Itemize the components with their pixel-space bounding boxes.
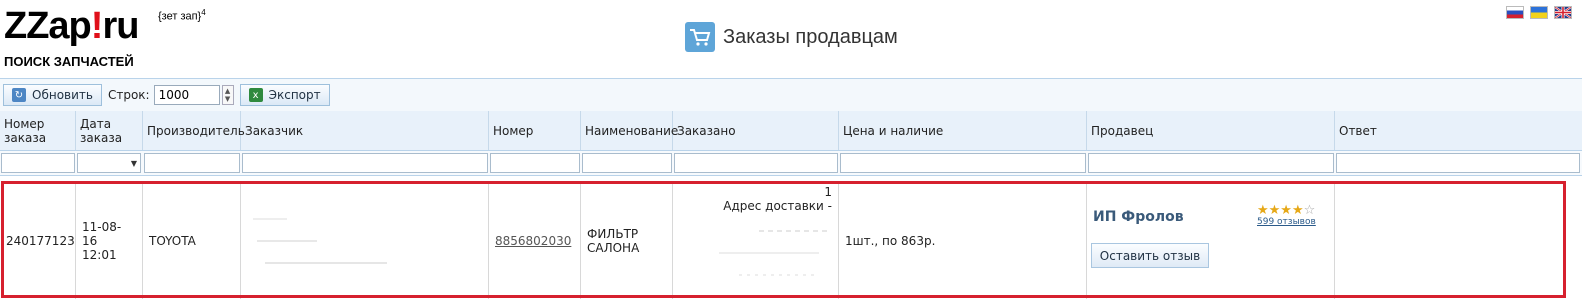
order-date: 11-08-16: [82, 220, 122, 248]
refresh-label: Обновить: [32, 88, 93, 102]
filter-manufacturer[interactable]: [144, 153, 240, 173]
rating-stars-icon: ★★★★☆: [1257, 203, 1316, 218]
logo-text-main: ZZap: [4, 5, 92, 47]
refresh-icon: ↻: [12, 88, 26, 102]
stepper-up-icon[interactable]: ▲: [225, 87, 230, 95]
col-order-no[interactable]: Номер заказа: [0, 111, 76, 150]
cell-ordered: 1 Адрес доставки -: [673, 183, 839, 299]
redacted-address: [719, 230, 829, 276]
manufacturer: TOYOTA: [149, 234, 196, 248]
filter-customer[interactable]: [242, 153, 488, 173]
cell-part-no: 8856802030: [489, 183, 581, 299]
col-seller[interactable]: Продавец: [1087, 111, 1335, 150]
leave-review-button[interactable]: Оставить отзыв: [1091, 243, 1209, 268]
rows-input[interactable]: [153, 85, 220, 105]
stepper-down-icon[interactable]: ▼: [225, 95, 230, 103]
rows-stepper[interactable]: ▲ ▼: [221, 85, 234, 105]
col-ordered[interactable]: Заказано: [673, 111, 839, 150]
col-part-no[interactable]: Номер: [489, 111, 581, 150]
uk-flag-icon[interactable]: [1554, 6, 1572, 19]
name-line2: САЛОНА: [587, 241, 640, 255]
language-flags: [1506, 6, 1572, 19]
logo-tagline-text: {зет зап}: [158, 10, 202, 23]
col-answer[interactable]: Ответ: [1335, 111, 1582, 150]
filter-ordered[interactable]: [674, 153, 838, 173]
rows-label: Строк:: [107, 88, 150, 102]
logo-text-tail: ru: [102, 5, 139, 47]
logo-subtitle: ПОИСК ЗАПЧАСТЕЙ: [4, 54, 134, 69]
col-name[interactable]: Наименование: [581, 111, 678, 150]
cell-price: 1шт., по 863р.: [839, 183, 1087, 299]
filter-answer[interactable]: [1336, 153, 1580, 173]
cell-order-no: 240177123: [0, 183, 76, 299]
cell-customer: [241, 183, 489, 299]
cell-answer: [1335, 183, 1566, 299]
cell-order-date: 11-08-16 12:01: [76, 183, 143, 299]
excel-icon: x: [248, 88, 263, 102]
filter-order-date-select[interactable]: ▼: [77, 153, 141, 173]
ua-flag-icon[interactable]: [1530, 6, 1548, 19]
name-line1: ФИЛЬТР: [587, 227, 639, 241]
filter-part-no[interactable]: [490, 153, 580, 173]
order-time: 12:01: [82, 248, 117, 262]
col-order-date[interactable]: Дата заказа: [76, 111, 143, 150]
logo-tagline-num: 4: [201, 8, 206, 17]
part-no-link[interactable]: 8856802030: [495, 234, 571, 248]
cell-seller: ИП Фролов ★★★★☆ 599 отзывов Оставить отз…: [1087, 183, 1335, 299]
col-price[interactable]: Цена и наличие: [839, 111, 1087, 150]
ru-flag-icon[interactable]: [1506, 6, 1524, 19]
dropdown-arrow-icon: ▼: [130, 158, 137, 168]
filter-row: ▼: [0, 151, 1582, 176]
page-heading: Заказы продавцам: [685, 22, 898, 52]
filter-seller[interactable]: [1088, 153, 1334, 173]
redacted-customer: [253, 218, 387, 264]
table-header: Номер заказа Дата заказа Производитель З…: [0, 111, 1582, 151]
logo-bang: !: [90, 5, 104, 47]
ordered-address: Адрес доставки -: [723, 199, 832, 213]
ordered-qty: 1: [824, 185, 832, 199]
filter-price[interactable]: [840, 153, 1086, 173]
col-manufacturer[interactable]: Производитель: [143, 111, 245, 150]
col-customer[interactable]: Заказчик: [241, 111, 489, 150]
export-button[interactable]: x Экспорт: [239, 84, 330, 106]
cart-icon: [685, 22, 715, 52]
reviews-link[interactable]: 599 отзывов: [1257, 217, 1316, 227]
filter-order-no[interactable]: [1, 153, 75, 173]
cell-name: ФИЛЬТР САЛОНА: [581, 183, 673, 299]
order-no: 240177123: [6, 234, 75, 248]
logo[interactable]: ZZap!ru: [4, 2, 139, 50]
page-title: Заказы продавцам: [723, 25, 898, 48]
seller-name[interactable]: ИП Фролов: [1093, 209, 1184, 225]
filter-name[interactable]: [582, 153, 672, 173]
seller-rating: ★★★★☆ 599 отзывов: [1257, 204, 1316, 227]
logo-tagline: {зет зап}4: [158, 8, 206, 23]
toolbar: ↻ Обновить Строк: ▲ ▼ x Экспорт: [0, 78, 1582, 112]
export-label: Экспорт: [268, 88, 321, 102]
table-row[interactable]: 240177123 11-08-16 12:01 TOYOTA 88568020…: [0, 183, 1582, 299]
price-availability: 1шт., по 863р.: [845, 234, 936, 248]
cell-manufacturer: TOYOTA: [143, 183, 241, 299]
refresh-button[interactable]: ↻ Обновить: [3, 84, 102, 106]
